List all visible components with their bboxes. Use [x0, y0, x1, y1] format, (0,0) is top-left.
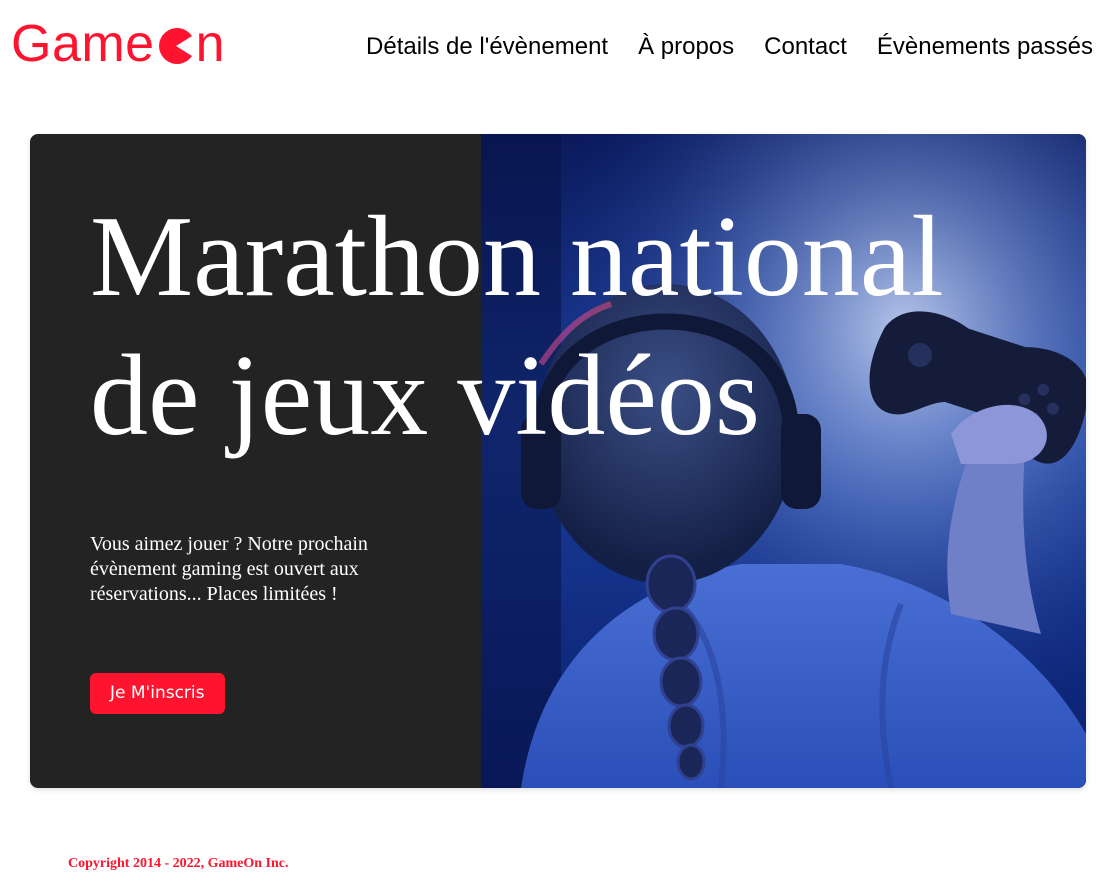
nav-link-about[interactable]: À propos	[638, 33, 734, 61]
nav-link-contact[interactable]: Contact	[764, 33, 847, 61]
hero-title: Marathon national de jeux vidéos	[90, 193, 944, 461]
signup-button[interactable]: Je M'inscris	[90, 673, 225, 714]
main-nav: Détails de l'évènement À propos Contact …	[366, 33, 1093, 61]
nav-link-event-details[interactable]: Détails de l'évènement	[366, 33, 608, 61]
logo-text-suffix: n	[195, 15, 226, 73]
gameon-logo[interactable]: Game n	[11, 14, 225, 74]
footer-copyright: Copyright 2014 - 2022, GameOn Inc.	[68, 856, 289, 871]
logo-text-prefix: Game	[11, 15, 155, 73]
nav-link-past-events[interactable]: Évènements passés	[877, 33, 1093, 61]
site-header: Game n Détails de l'évènement À propos C…	[0, 0, 1112, 96]
hero-description: Vous aimez jouer ? Notre prochain évènem…	[90, 533, 368, 605]
hero-section: Marathon national de jeux vidéos Vous ai…	[30, 134, 1086, 788]
pacman-o-icon	[158, 28, 192, 64]
